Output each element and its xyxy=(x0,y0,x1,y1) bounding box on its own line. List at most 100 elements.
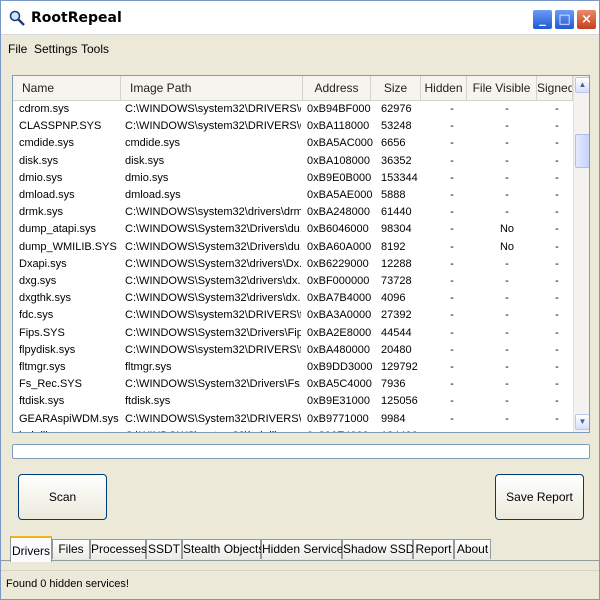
scroll-down-icon[interactable]: ▼ xyxy=(575,414,589,430)
cell-file-visible: - xyxy=(505,171,509,184)
tab-files[interactable]: Files xyxy=(52,539,90,559)
cell-size: 53248 xyxy=(381,120,412,133)
tab-shadow-ssdt[interactable]: Shadow SSDT xyxy=(342,539,422,559)
cell-size: 44544 xyxy=(381,326,412,339)
column-signed[interactable]: Signed xyxy=(537,76,573,101)
title-bar[interactable]: RootRepeal _ □ × xyxy=(1,1,599,35)
cell-image-path: fltmgr.sys xyxy=(125,361,172,373)
table-row[interactable]: ftdisk.sys ftdisk.sys 0xB9E31000 125056 - - - xyxy=(13,393,573,410)
cell-file-visible: - xyxy=(505,137,509,150)
table-row[interactable]: dmio.sys dmio.sys 0xB9E0B000 153344 - - - xyxy=(13,170,573,187)
table-row[interactable]: cdrom.sys C:\WINDOWS\system32\DRIVERS\c..… xyxy=(13,101,573,118)
scroll-up-icon[interactable]: ▲ xyxy=(575,77,589,93)
vertical-scrollbar[interactable]: ▲ ▼ xyxy=(573,76,589,432)
menu-file[interactable]: File xyxy=(8,42,27,56)
cell-image-path: C:\WINDOWS\system32\DRIVERS\f... xyxy=(125,309,301,322)
table-row[interactable]: disk.sys disk.sys 0xBA108000 36352 - - - xyxy=(13,153,573,170)
cell-address: 0xB6229000 xyxy=(307,257,369,270)
cell-size: 73728 xyxy=(381,275,412,287)
cell-name: disk.sys xyxy=(19,154,59,167)
cell-signed: - xyxy=(555,189,559,201)
cell-name: GEARAspiWDM.sys xyxy=(19,412,119,425)
table-row[interactable]: cmdide.sys cmdide.sys 0xBA5AC000 6656 - - - xyxy=(13,135,573,152)
cell-signed: - xyxy=(555,120,559,133)
table-row[interactable]: Fs_Rec.SYS C:\WINDOWS\System32\Drivers\Fs… xyxy=(13,376,573,393)
cell-address: 0xBA5AC000 xyxy=(307,137,374,150)
table-row[interactable]: dump_atapi.sys C:\WINDOWS\System32\Driver… xyxy=(13,221,573,238)
column-hidden[interactable]: Hidden xyxy=(421,76,467,101)
cell-address: 0xBA5AE000 xyxy=(307,189,373,201)
cell-image-path: C:\WINDOWS\system32\DRIVERS\fl... xyxy=(125,343,301,356)
cell-image-path: C:\WINDOWS\System32\DRIVERS\G... xyxy=(125,412,301,425)
table-row[interactable]: Dxapi.sys C:\WINDOWS\System32\drivers\Dx.… xyxy=(13,256,573,273)
cell-size: 98304 xyxy=(381,223,412,236)
table-row[interactable]: flpydisk.sys C:\WINDOWS\system32\DRIVERS\… xyxy=(13,342,573,359)
column-size[interactable]: Size xyxy=(371,76,421,101)
cell-name: CLASSPNP.SYS xyxy=(19,120,102,133)
cell-image-path: C:\WINDOWS\System32\drivers\dx... xyxy=(125,292,301,305)
drivers-list[interactable]: Name Image Path Address Size Hidden File… xyxy=(12,75,590,433)
cell-hidden: - xyxy=(450,171,454,184)
list-header: Name Image Path Address Size Hidden File… xyxy=(13,76,573,101)
table-row[interactable]: drmk.sys C:\WINDOWS\system32\drivers\drm.… xyxy=(13,204,573,221)
tab-processes[interactable]: Processes xyxy=(90,539,147,559)
cell-image-path: C:\WINDOWS\System32\Drivers\du... xyxy=(125,240,301,253)
column-image-path[interactable]: Image Path xyxy=(121,76,303,101)
maximize-button[interactable]: □ xyxy=(554,9,575,30)
table-row[interactable]: dxg.sys C:\WINDOWS\System32\drivers\dx...… xyxy=(13,273,573,290)
cell-image-path: C:\WINDOWS\System32\Drivers\Fip... xyxy=(125,326,301,339)
minimize-button[interactable]: _ xyxy=(532,9,553,30)
cell-signed: - xyxy=(541,428,573,432)
cell-file-visible: - xyxy=(505,343,509,356)
save-report-button[interactable]: Save Report xyxy=(495,474,584,520)
progress-bar xyxy=(12,444,590,459)
menu-settings[interactable]: Settings xyxy=(34,42,77,56)
cell-address: 0xB9E0B000 xyxy=(307,171,372,184)
menu-tools[interactable]: Tools xyxy=(81,42,109,56)
table-row[interactable]: fdc.sys C:\WINDOWS\system32\DRIVERS\f... 0… xyxy=(13,307,573,324)
tab-stealth-objects[interactable]: Stealth Objects xyxy=(182,539,264,559)
cell-name: Dxapi.sys xyxy=(19,257,67,270)
tab-report[interactable]: Report xyxy=(413,539,454,559)
cell-name: Fs_Rec.SYS xyxy=(19,378,82,391)
cell-hidden: - xyxy=(450,395,454,408)
table-row[interactable]: GEARAspiWDM.sys C:\WINDOWS\System32\DRIVE… xyxy=(13,411,573,428)
table-row[interactable]: dxgthk.sys C:\WINDOWS\System32\drivers\dx… xyxy=(13,290,573,307)
cell-hidden: - xyxy=(450,240,454,253)
cell-file-visible: - xyxy=(505,275,509,287)
cell-file-visible: No xyxy=(499,240,515,253)
table-row[interactable]: Fips.SYS C:\WINDOWS\System32\Drivers\Fip.… xyxy=(13,325,573,342)
table-row[interactable]: CLASSPNP.SYS C:\WINDOWS\system32\DRIVERS\… xyxy=(13,118,573,135)
tab-drivers[interactable]: Drivers xyxy=(10,536,52,562)
tab-about[interactable]: About xyxy=(454,539,491,559)
cell-hidden: - xyxy=(450,275,454,287)
scroll-thumb[interactable] xyxy=(575,134,589,168)
table-row[interactable]: hal.dll C:\WINDOWS\system32\hal.dll 0x806E… xyxy=(13,428,573,432)
cell-file-visible: - xyxy=(475,428,539,432)
close-button[interactable]: × xyxy=(576,9,597,30)
cell-name: dump_atapi.sys xyxy=(19,223,97,236)
table-row[interactable]: dump_WMILIB.SYS C:\WINDOWS\System32\Drive… xyxy=(13,239,573,256)
cell-address: 0xB94BF000 xyxy=(307,103,371,115)
cell-file-visible: - xyxy=(505,154,509,167)
cell-size: 8192 xyxy=(381,240,406,253)
cell-signed: - xyxy=(555,309,559,322)
cell-hidden: - xyxy=(450,189,454,201)
column-file-visible[interactable]: File Visible xyxy=(467,76,537,101)
table-row[interactable]: dmload.sys dmload.sys 0xBA5AE000 5888 - - - xyxy=(13,187,573,204)
cell-size: 153344 xyxy=(381,171,418,184)
column-address[interactable]: Address xyxy=(303,76,371,101)
tab-hidden-services[interactable]: Hidden Services xyxy=(261,539,349,559)
cell-name: dmload.sys xyxy=(19,189,75,201)
scan-button[interactable]: Scan xyxy=(18,474,107,520)
cell-hidden: - xyxy=(450,412,454,425)
cell-signed: - xyxy=(555,361,559,373)
cell-signed: - xyxy=(555,412,559,425)
cell-signed: - xyxy=(555,171,559,184)
cell-signed: - xyxy=(555,223,559,236)
cell-size: 20480 xyxy=(381,343,412,356)
cell-signed: - xyxy=(555,206,559,219)
tab-ssdt[interactable]: SSDT xyxy=(146,539,182,559)
column-name[interactable]: Name xyxy=(13,76,121,101)
table-row[interactable]: fltmgr.sys fltmgr.sys 0xB9DD3000 129792 - - - xyxy=(13,359,573,376)
